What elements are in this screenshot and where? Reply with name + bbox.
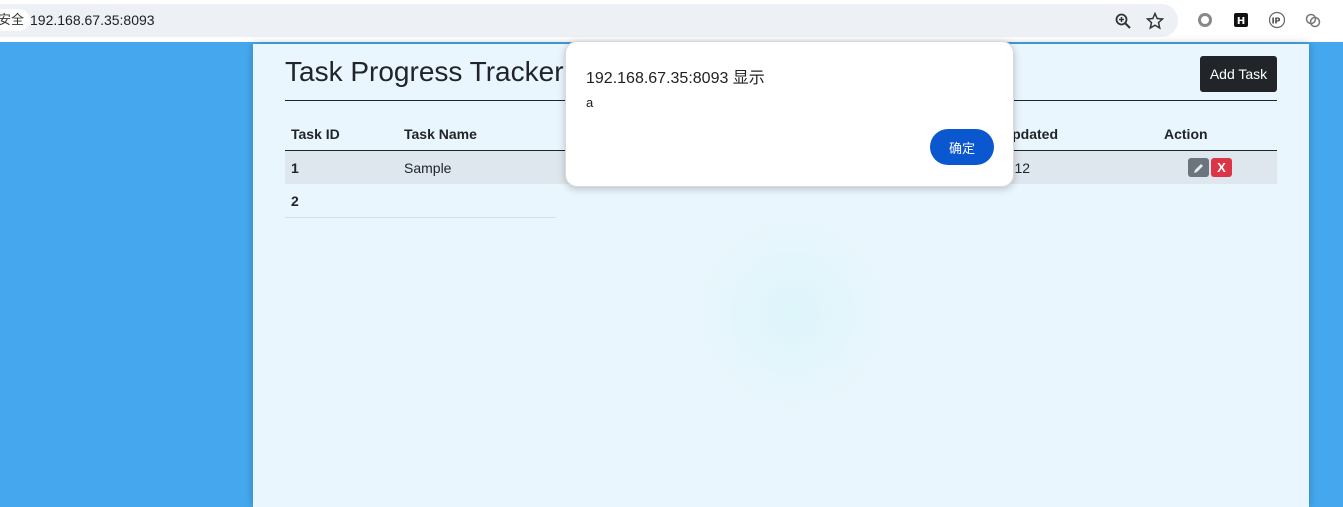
delete-task-button[interactable]: X (1211, 158, 1232, 177)
table-cell (706, 184, 996, 218)
column-header-action: Action (1158, 118, 1277, 151)
extension-ip-icon[interactable]: IP (1268, 11, 1286, 29)
bookmark-star-icon[interactable] (1146, 12, 1164, 30)
add-task-button[interactable]: Add Task (1200, 56, 1277, 92)
task-name-cell: Sample (398, 150, 556, 184)
page-title: Task Progress Tracker (285, 56, 564, 87)
browser-toolbar: 安全 192.168.67.35:8093 H IP (0, 0, 1343, 42)
background-watermark (683, 204, 903, 424)
task-id-cell: 1 (285, 150, 398, 184)
dialog-title: 192.168.67.35:8093 显示 (586, 70, 765, 87)
site-info-chip[interactable]: 安全 (0, 9, 31, 31)
updated-cell (996, 184, 1158, 218)
table-cell (556, 184, 706, 218)
column-header-task-id: Task ID (285, 118, 398, 151)
task-id-cell: 2 (285, 184, 398, 218)
address-bar[interactable]: 安全 192.168.67.35:8093 (0, 4, 1178, 37)
action-cell (1158, 184, 1277, 218)
svg-text:IP: IP (1272, 17, 1281, 26)
column-header-updated: Updated (996, 118, 1158, 151)
dialog-message: a (586, 95, 594, 110)
extension-link-icon[interactable] (1304, 11, 1322, 29)
updated-cell: 7-12 (996, 150, 1158, 184)
action-cell: X (1158, 150, 1277, 184)
dialog-ok-button[interactable]: 确定 (930, 129, 994, 165)
url-text[interactable]: 192.168.67.35:8093 (30, 4, 155, 37)
zoom-icon[interactable] (1114, 12, 1132, 30)
table-row: 2 (285, 184, 1277, 218)
edit-task-button[interactable] (1188, 158, 1209, 177)
extension-circle-icon[interactable] (1196, 11, 1214, 29)
column-header-task-name: Task Name (398, 118, 556, 151)
extension-h-icon[interactable]: H (1232, 11, 1250, 29)
alert-dialog: 192.168.67.35:8093 显示 a 确定 (565, 41, 1014, 187)
svg-text:H: H (1237, 16, 1245, 27)
task-name-cell (398, 184, 556, 218)
pencil-icon (1194, 164, 1203, 174)
